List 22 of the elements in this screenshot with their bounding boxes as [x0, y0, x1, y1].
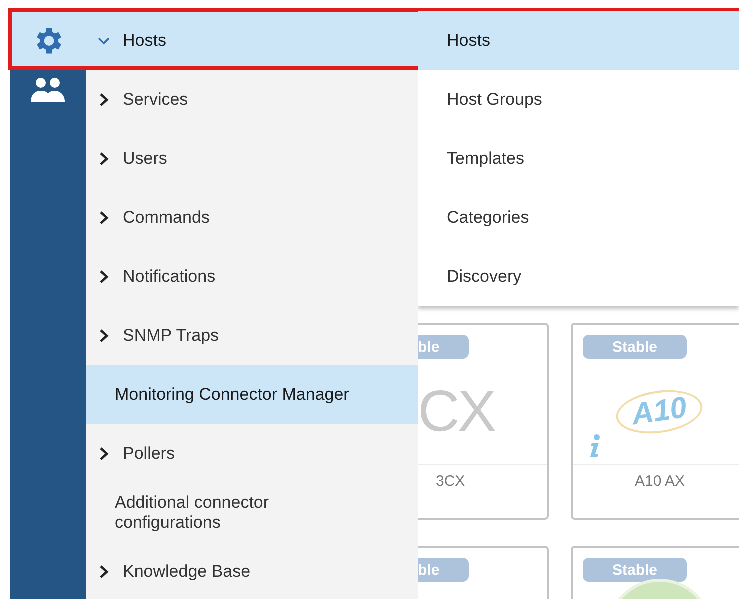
submenu-item[interactable]: Discovery: [418, 247, 739, 306]
menu-item[interactable]: Commands: [86, 188, 418, 247]
connector-card[interactable]: Stable A10 A10 AX: [571, 323, 739, 520]
submenu-item[interactable]: Hosts: [418, 11, 739, 70]
card-title: 3CX: [435, 472, 466, 490]
menu-item[interactable]: Monitoring Connector Manager: [86, 365, 418, 424]
menu-item[interactable]: Services: [86, 70, 418, 129]
menu-item[interactable]: Notifications: [86, 247, 418, 306]
submenu-item[interactable]: Templates: [418, 129, 739, 188]
status-badge: ble: [418, 558, 469, 582]
menu-item[interactable]: Additional connector configurations: [86, 483, 418, 542]
status-badge: Stable: [583, 558, 687, 582]
submenu-item[interactable]: Host Groups: [418, 70, 739, 129]
users-icon: [30, 77, 66, 103]
submenu-item[interactable]: Categories: [418, 188, 739, 247]
status-badge: Stable: [583, 335, 687, 359]
menu-item[interactable]: SNMP Traps: [86, 306, 418, 365]
card-title: A10 AX: [634, 472, 686, 490]
menu-item[interactable]: Users: [86, 129, 418, 188]
menu-item[interactable]: Knowledge Base: [86, 542, 418, 599]
status-badge: ble: [418, 335, 469, 359]
menu-item[interactable]: Pollers: [86, 424, 418, 483]
